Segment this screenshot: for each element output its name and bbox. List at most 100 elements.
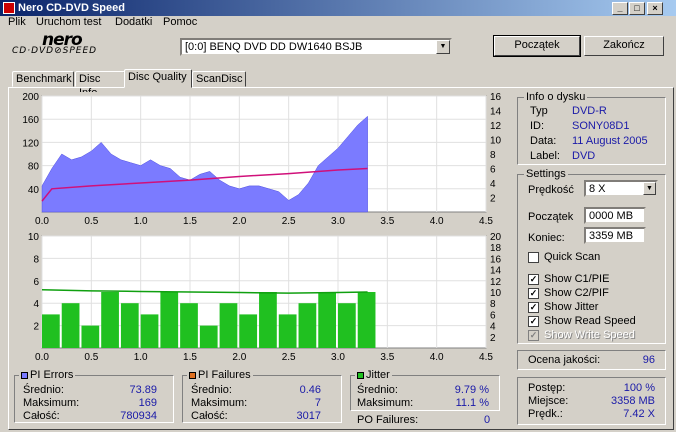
x-tick-label: 1.5 bbox=[183, 352, 197, 363]
tab-disc-info[interactable]: Disc Info bbox=[75, 71, 125, 99]
pi-failures-bar bbox=[278, 314, 297, 348]
settings-group: Settings Prędkość 8 X ▼ Początek 0000 MB… bbox=[517, 168, 666, 344]
close-button[interactable]: × bbox=[647, 2, 663, 15]
menu-uruchom-test[interactable]: Uruchom test bbox=[36, 16, 101, 28]
y-right-tick-label: 14 bbox=[490, 107, 502, 118]
pi-failures-bar bbox=[120, 303, 139, 348]
pi-failures-bar bbox=[298, 303, 317, 348]
show-read-speed-checkbox[interactable]: ✓ bbox=[528, 316, 539, 327]
x-tick-label: 2.5 bbox=[282, 216, 296, 227]
jitter-max-value: 11.1 % bbox=[455, 397, 489, 409]
pi-failures-avg-label: Średnio: bbox=[191, 384, 232, 396]
pi-failures-max-label: Maksimum: bbox=[191, 397, 248, 409]
pi-failures-max-value: 7 bbox=[314, 397, 321, 409]
pi-failures-avg-value: 0.46 bbox=[299, 384, 321, 396]
show-jitter-checkbox[interactable]: ✓ bbox=[528, 302, 539, 313]
jitter-swatch bbox=[357, 371, 364, 379]
position-value: 3358 MB bbox=[610, 395, 655, 407]
drive-select[interactable]: [0:0] BENQ DVD DD DW1640 BSJB ▼ bbox=[180, 38, 452, 56]
show-c1-label: Show C1/PIE bbox=[544, 273, 610, 285]
x-tick-label: 3.0 bbox=[331, 352, 345, 363]
show-c2-checkbox[interactable]: ✓ bbox=[528, 288, 539, 299]
tab-disc-quality[interactable]: Disc Quality bbox=[124, 69, 192, 88]
y-left-tick-label: 6 bbox=[33, 277, 39, 288]
start-input[interactable]: 0000 MB bbox=[584, 207, 646, 224]
jitter-avg-label: Średnio: bbox=[357, 384, 398, 396]
start-button[interactable]: Początek bbox=[493, 35, 581, 57]
show-write-speed-label: Show Write Speed bbox=[544, 329, 635, 341]
quick-scan-label: Quick Scan bbox=[544, 251, 601, 263]
end-input[interactable]: 3359 MB bbox=[584, 227, 646, 244]
pi-errors-max-label: Maksimum: bbox=[23, 397, 80, 409]
show-jitter-label: Show Jitter bbox=[544, 301, 599, 313]
y-right-tick-label: 8 bbox=[490, 150, 496, 161]
maximize-button[interactable]: □ bbox=[629, 2, 645, 15]
show-c1-checkbox[interactable]: ✓ bbox=[528, 274, 539, 285]
chevron-down-icon[interactable]: ▼ bbox=[643, 182, 656, 195]
pi-errors-total-label: Całość: bbox=[23, 410, 60, 422]
quick-scan-checkbox[interactable] bbox=[528, 252, 539, 263]
quality-score-box: Ocena jakości: 96 bbox=[517, 350, 666, 370]
y-right-tick-label: 4 bbox=[490, 322, 496, 333]
minimize-button[interactable]: _ bbox=[612, 2, 628, 15]
pi-errors-avg-value: 73.89 bbox=[129, 384, 157, 396]
jitter-avg-value: 9.79 % bbox=[454, 384, 489, 396]
speed-value: 8 X bbox=[589, 183, 606, 195]
pi-errors-avg-label: Średnio: bbox=[23, 384, 64, 396]
tab-scandisc[interactable]: ScanDisc bbox=[192, 71, 246, 87]
pi-failures-chart: 0.0 0.5 1.0 1.5 2.0 2.5 3.0 3.5 4.0 4.51086422018… bbox=[14, 232, 510, 364]
x-tick-label: 4.5 bbox=[479, 352, 493, 363]
y-left-tick-label: 80 bbox=[28, 162, 40, 173]
y-right-tick-label: 16 bbox=[490, 254, 502, 265]
pi-failures-total-value: 3017 bbox=[296, 410, 321, 422]
y-right-tick-label: 8 bbox=[490, 299, 496, 310]
jitter-title: Jitter bbox=[366, 369, 390, 381]
disc-date-value: 11 August 2005 bbox=[572, 135, 648, 147]
y-right-tick-label: 6 bbox=[490, 310, 496, 321]
jitter-max-label: Maksimum: bbox=[357, 397, 414, 409]
disc-id-label: ID: bbox=[530, 120, 545, 132]
disc-id-value: SONY08D1 bbox=[572, 120, 630, 132]
speed-readout-label: Prędk.: bbox=[528, 408, 563, 420]
pi-failures-bar bbox=[239, 314, 258, 348]
menu-dodatki[interactable]: Dodatki bbox=[115, 16, 152, 28]
pi-failures-swatch bbox=[189, 371, 196, 379]
quality-score-label: Ocena jakości: bbox=[528, 354, 601, 366]
disc-date-label: Data: bbox=[530, 135, 557, 147]
menu-bar: Plik Uruchom test Dodatki Pomoc bbox=[0, 16, 676, 30]
app-icon bbox=[3, 2, 15, 14]
y-right-tick-label: 16 bbox=[490, 92, 502, 103]
y-left-tick-label: 200 bbox=[22, 92, 39, 103]
disc-label-value: DVD bbox=[572, 150, 596, 162]
x-tick-label: 1.0 bbox=[134, 216, 148, 227]
end-button[interactable]: Zakończ bbox=[584, 36, 664, 56]
speed-select[interactable]: 8 X ▼ bbox=[584, 180, 658, 197]
x-tick-label: 0.5 bbox=[84, 352, 98, 363]
menu-pomoc[interactable]: Pomoc bbox=[163, 16, 197, 28]
start-label: Początek bbox=[528, 211, 574, 223]
pi-errors-max-value: 169 bbox=[138, 397, 157, 409]
jitter-stats: Jitter Średnio: 9.79 % Maksimum: 11.1 % bbox=[350, 369, 500, 411]
logo-speed-text: CD·DVD⊘SPEED bbox=[12, 46, 98, 56]
pi-failures-bar bbox=[199, 325, 218, 348]
pi-failures-bar bbox=[160, 292, 179, 348]
x-tick-label: 1.5 bbox=[183, 216, 197, 227]
pi-failures-stats: PI Failures Średnio: 0.46 Maksimum: 7 Ca… bbox=[182, 369, 342, 423]
speed-readout-value: 7.42 X bbox=[623, 408, 655, 420]
chevron-down-icon[interactable]: ▼ bbox=[436, 40, 450, 54]
po-failures-label: PO Failures: bbox=[357, 414, 419, 426]
y-left-tick-label: 40 bbox=[28, 185, 40, 196]
pi-failures-bar bbox=[180, 303, 198, 348]
pi-failures-total-label: Całość: bbox=[191, 410, 228, 422]
y-right-tick-label: 6 bbox=[490, 165, 496, 176]
settings-title: Settings bbox=[524, 168, 568, 180]
quality-score-value: 96 bbox=[642, 354, 655, 366]
pi-failures-bar bbox=[357, 292, 376, 348]
show-read-speed-label: Show Read Speed bbox=[544, 315, 636, 327]
tab-benchmark[interactable]: Benchmark bbox=[12, 71, 74, 87]
x-tick-label: 2.5 bbox=[282, 352, 296, 363]
pi-failures-bar bbox=[61, 303, 80, 348]
y-right-tick-label: 18 bbox=[490, 243, 502, 254]
menu-plik[interactable]: Plik bbox=[8, 16, 26, 28]
y-left-tick-label: 10 bbox=[28, 232, 40, 243]
